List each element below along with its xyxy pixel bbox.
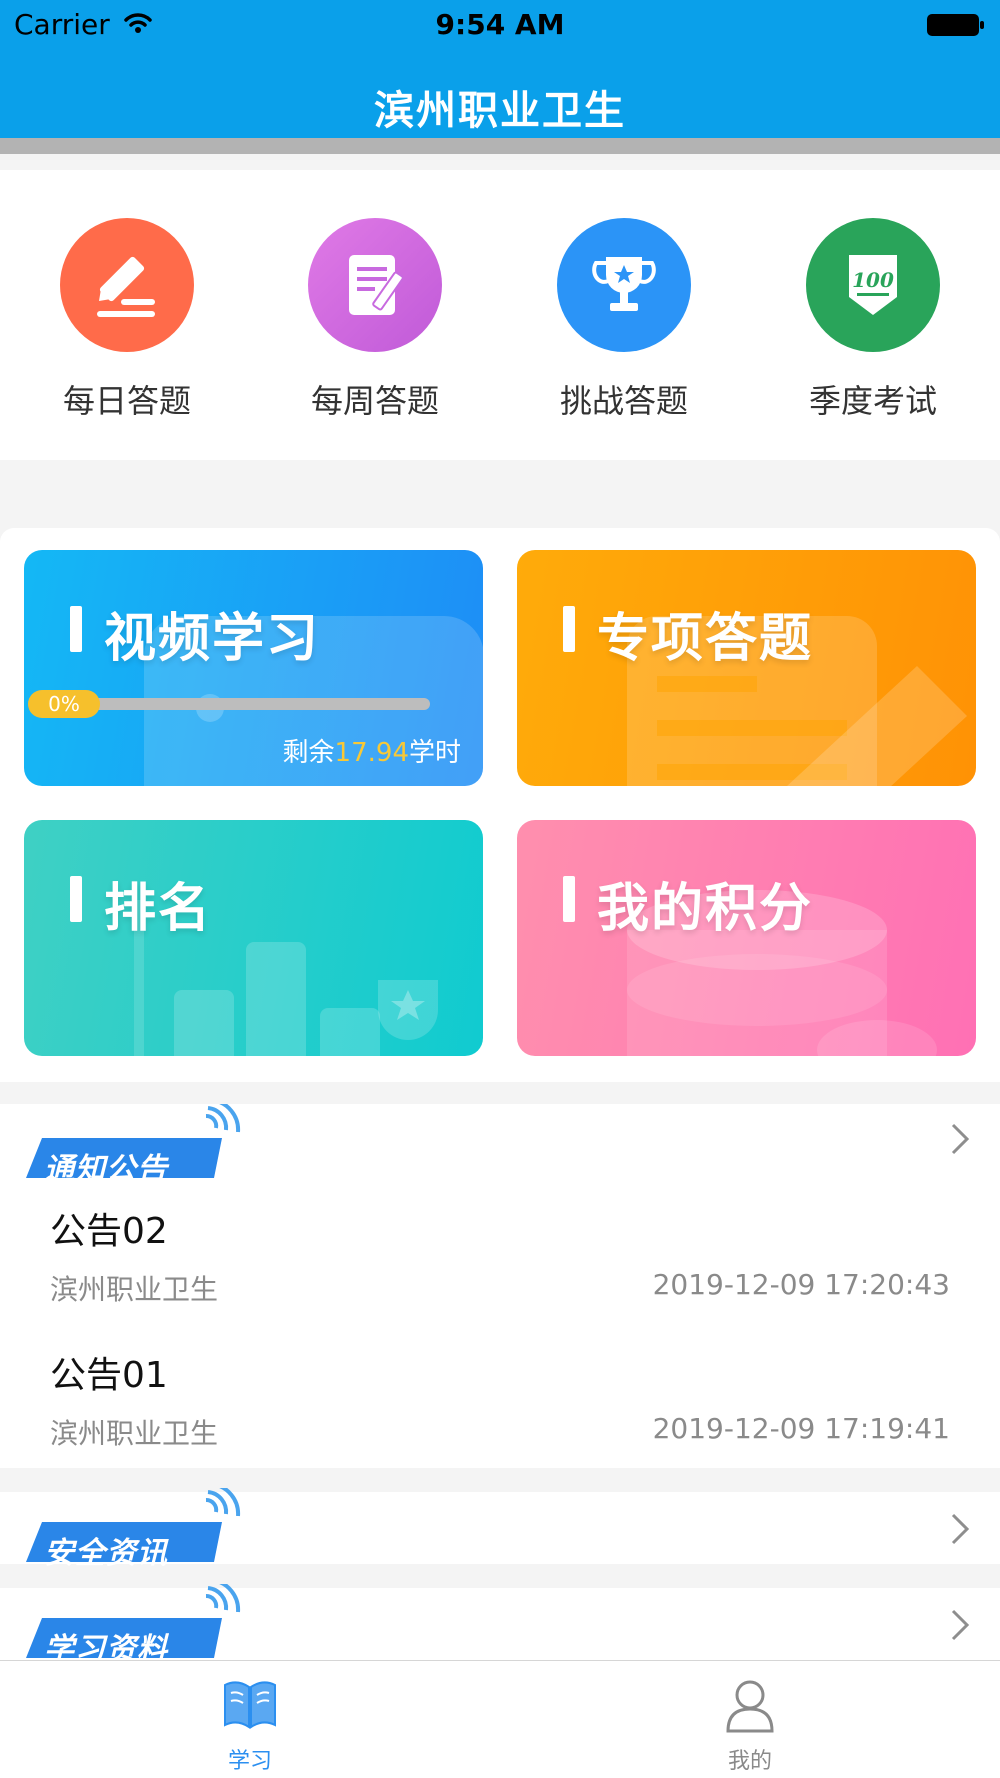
video-learning-card[interactable]: 视频学习 0% 剩余17.94学时 (24, 550, 483, 786)
challenge-quiz-button[interactable]: 挑战答题 (524, 218, 724, 422)
special-quiz-card[interactable]: 专项答题 (517, 550, 976, 786)
quarterly-exam-circle: 100 (806, 218, 940, 352)
feature-cards: 视频学习 0% 剩余17.94学时 专项答题 排名 我的积分 (0, 528, 1000, 1082)
chevron-right-icon[interactable] (950, 1512, 970, 1546)
challenge-quiz-label: 挑战答题 (559, 382, 688, 420)
notice-item[interactable]: 公告01 滨州职业卫生 2019-12-09 17:19:41 (0, 1326, 1000, 1470)
page-title: 滨州职业卫生 (374, 88, 626, 134)
remaining-suffix: 学时 (408, 738, 461, 768)
notices-header[interactable]: 通知公告 (0, 1104, 1000, 1187)
notices-section: 通知公告 公告02 滨州职业卫生 2019-12-09 17:20:43 公告0… (0, 1104, 1000, 1468)
battery-icon (927, 14, 984, 36)
header-divider (0, 138, 1000, 154)
trophy-icon (592, 257, 656, 311)
notice-source: 滨州职业卫生 (50, 1417, 219, 1450)
book-icon (224, 1681, 276, 1729)
card-accent-bar (563, 876, 575, 922)
my-points-title: 我的积分 (597, 879, 814, 939)
status-bar: Carrier 9:54 AM (0, 0, 1000, 50)
weekly-quiz-button[interactable]: 每周答题 (275, 218, 475, 422)
quarterly-exam-label: 季度考试 (808, 382, 937, 420)
daily-quiz-button[interactable]: 每日答题 (27, 218, 227, 422)
tab-mine[interactable]: 我的 (500, 1661, 1000, 1778)
tab-mine-label: 我的 (727, 1749, 772, 1774)
quarterly-exam-button[interactable]: 100 季度考试 (773, 218, 973, 422)
daily-quiz-circle (60, 218, 194, 352)
chevron-right-icon[interactable] (950, 1122, 970, 1156)
safety-news-section[interactable]: 安全资讯 (0, 1488, 1000, 1571)
chevron-right-icon[interactable] (950, 1608, 970, 1642)
app-header: Carrier 9:54 AM 滨州职业卫生 (0, 0, 1000, 154)
learning-materials-section[interactable]: 学习资料 (0, 1584, 1000, 1667)
notice-time: 2019-12-09 17:19:41 (652, 1412, 950, 1445)
card-accent-bar (70, 606, 82, 652)
ranking-title: 排名 (104, 879, 213, 939)
tab-study-label: 学习 (227, 1749, 272, 1774)
tab-bar: 学习 我的 (0, 1660, 1000, 1778)
score-100-icon: 100 (849, 255, 897, 315)
video-progress-badge: 0% (28, 690, 100, 718)
learning-materials-header: 学习资料 (0, 1584, 1000, 1667)
tab-study[interactable]: 学习 (0, 1661, 500, 1778)
remaining-hours: 剩余17.94学时 (283, 732, 461, 769)
notice-source: 滨州职业卫生 (50, 1273, 219, 1306)
card-accent-bar (563, 606, 575, 652)
challenge-quiz-circle (557, 218, 691, 352)
notice-title: 公告02 (50, 1211, 168, 1252)
user-icon (726, 1680, 774, 1733)
notice-time: 2019-12-09 17:20:43 (652, 1268, 950, 1301)
notice-item[interactable]: 公告02 滨州职业卫生 2019-12-09 17:20:43 (0, 1182, 1000, 1326)
my-points-card[interactable]: 我的积分 (517, 820, 976, 1056)
notice-title: 公告01 (50, 1355, 168, 1396)
pencil-icon (97, 256, 155, 317)
card-accent-bar (70, 876, 82, 922)
ranking-card[interactable]: 排名 (24, 820, 483, 1056)
special-quiz-title: 专项答题 (597, 609, 814, 669)
daily-quiz-label: 每日答题 (62, 382, 191, 420)
weekly-quiz-label: 每周答题 (310, 382, 439, 420)
quick-actions: 每日答题 每周答题 挑战答题 100 季度考试 (0, 170, 1000, 460)
remaining-value: 17.94 (334, 738, 409, 768)
safety-news-header: 安全资讯 (0, 1488, 1000, 1571)
video-learning-title: 视频学习 (104, 609, 321, 669)
weekly-quiz-circle (308, 218, 442, 352)
safety-badge-label: 安全资讯 (44, 1536, 168, 1571)
svg-text:100: 100 (852, 268, 894, 292)
clock: 9:54 AM (435, 8, 565, 41)
remaining-prefix: 剩余 (282, 738, 335, 768)
notepad-icon (349, 255, 404, 315)
